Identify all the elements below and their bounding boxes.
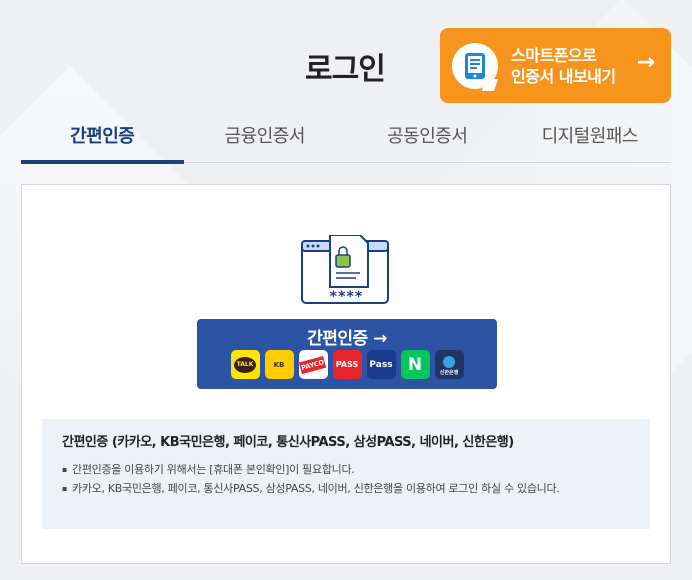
payco-icon: PAYCO (298, 350, 328, 379)
kakao-icon: TALK (230, 350, 260, 379)
info-list: 간편인증을 이용하기 위해서는 [휴대폰 본인확인]이 필요합니다. 카카오, … (62, 460, 630, 498)
provider-icons: TALK KB PAYCO PASS Pass N 신한은행 (197, 350, 497, 379)
tab-digital-onepass[interactable]: 디지털원패스 (509, 118, 672, 162)
password-mask: **** (329, 289, 363, 305)
export-button-label: 스마트폰으로 인증서 내보내기 (511, 45, 616, 86)
arrow-right-icon: → (636, 50, 655, 75)
info-item: 간편인증을 이용하기 위해서는 [휴대폰 본인확인]이 필요합니다. (62, 460, 630, 479)
naver-icon: N (400, 350, 430, 379)
samsung-pass-icon: Pass (366, 350, 396, 379)
tab-financial-certificate[interactable]: 금융인증서 (184, 118, 347, 162)
info-item: 카카오, KB국민은행, 페이코, 통신사PASS, 삼성PASS, 네이버, … (62, 479, 630, 498)
export-certificate-button[interactable]: 스마트폰으로 인증서 내보내기 → (440, 28, 671, 103)
simple-auth-button[interactable]: 간편인증 → TALK KB PAYCO PASS Pass N 신한은행 (197, 319, 497, 389)
tab-simple-auth[interactable]: 간편인증 (21, 118, 184, 164)
auth-tabs: 간편인증 금융인증서 공동인증서 디지털원패스 (21, 118, 672, 164)
info-title: 간편인증 (카카오, KB국민은행, 페이코, 통신사PASS, 삼성PASS,… (62, 435, 514, 450)
shinhan-bank-icon: 신한은행 (434, 350, 464, 379)
kb-bank-icon: KB (264, 350, 294, 379)
simple-auth-button-label: 간편인증 → (307, 329, 387, 349)
info-box: 간편인증 (카카오, KB국민은행, 페이코, 통신사PASS, 삼성PASS,… (42, 419, 650, 529)
auth-panel: **** 간편인증 → TALK KB PAYCO PASS Pass N 신한… (21, 184, 671, 564)
pass-icon: PASS (332, 350, 362, 379)
certificate-lock-icon: **** (300, 234, 392, 307)
page-title: 로그인 (305, 52, 386, 87)
header: 로그인 스마트폰으로 인증서 내보내기 → (0, 0, 692, 110)
tab-joint-certificate[interactable]: 공동인증서 (346, 118, 509, 162)
smartphone-icon (452, 42, 498, 89)
